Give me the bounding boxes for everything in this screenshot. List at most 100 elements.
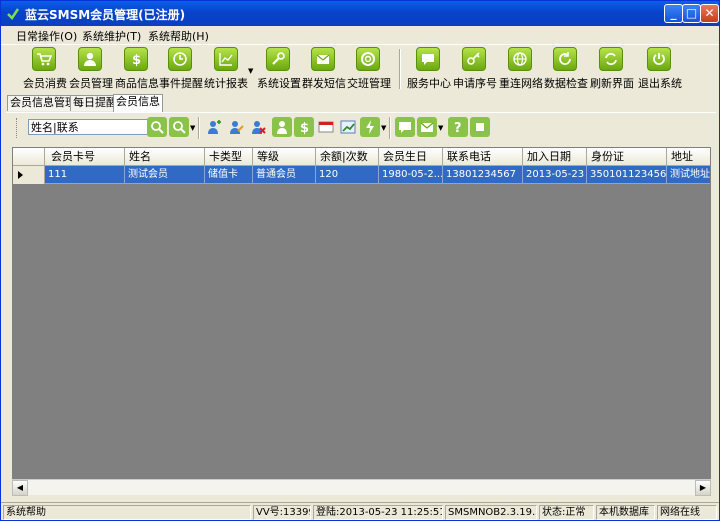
toolbar-member-manage-button[interactable]: 会员管理 <box>69 47 113 91</box>
delete-member-button[interactable] <box>248 117 268 137</box>
refresh-icon <box>553 47 577 71</box>
quick-action-button[interactable] <box>360 117 380 137</box>
quick-action-dropdown-arrow-icon[interactable]: ▼ <box>381 124 386 132</box>
column-header[interactable]: 等级 <box>253 148 316 166</box>
toolbar-label: 统计报表 <box>204 77 248 90</box>
status-bar: 系统帮助 VV号:13399 登陆:2013-05-23 11:25:51 SM… <box>1 502 719 520</box>
cell-card-type[interactable]: 储值卡 <box>205 166 253 184</box>
cell-balance[interactable]: 120 <box>316 166 379 184</box>
scroll-right-button[interactable]: ▶ <box>695 480 711 496</box>
lifebuoy-icon <box>356 47 380 71</box>
minimize-button[interactable]: _ <box>664 4 683 23</box>
column-header[interactable]: 联系电话 <box>443 148 523 166</box>
mail-dropdown-arrow-icon[interactable]: ▼ <box>438 124 443 132</box>
table-row[interactable]: 111 测试会员 储值卡 普通会员 120 1980-05-2... 13801… <box>13 166 710 184</box>
stats-dropdown-arrow-icon[interactable]: ▼ <box>248 67 253 75</box>
send-sms-button[interactable] <box>395 117 415 137</box>
close-button[interactable]: ✕ <box>700 4 719 23</box>
minimize-icon: _ <box>670 6 677 20</box>
dollar-icon: $ <box>300 121 309 135</box>
menu-system-help[interactable]: 系统帮助(H) <box>148 28 209 44</box>
menu-daily-ops[interactable]: 日常操作(O) <box>16 28 77 44</box>
toolbar-divider <box>399 49 401 89</box>
advanced-search-button[interactable] <box>169 117 189 137</box>
row-indicator[interactable] <box>13 166 45 184</box>
chat-icon <box>416 47 440 71</box>
toolbar-grip[interactable] <box>16 118 19 138</box>
toolbar-data-check-button[interactable]: 数据检查 <box>544 47 588 91</box>
status-vv-number: VV号:13399 <box>253 505 311 520</box>
svg-text:$: $ <box>132 53 141 67</box>
menu-bar: 日常操作(O) 系统维护(T) 系统帮助(H) <box>1 26 719 44</box>
search-dropdown-arrow-icon[interactable]: ▼ <box>190 124 195 132</box>
toolbar-label: 交班管理 <box>347 77 391 90</box>
edit-member-button[interactable] <box>226 117 246 137</box>
svg-text:?: ? <box>454 121 462 135</box>
column-header[interactable]: 余额|次数 <box>316 148 379 166</box>
tab-member-info-manage[interactable]: 会员信息管理 <box>7 95 79 111</box>
sync-icon <box>599 47 623 71</box>
toolbar-system-settings-button[interactable]: 系统设置 <box>257 47 301 91</box>
scroll-left-button[interactable]: ◀ <box>12 480 28 496</box>
chart-icon <box>214 47 238 71</box>
toolbar-member-consume-button[interactable]: 会员消费 <box>23 47 67 91</box>
column-header[interactable]: 身份证 <box>587 148 667 166</box>
cart-icon <box>32 47 56 71</box>
recharge-button[interactable]: $ <box>294 117 314 137</box>
maximize-button[interactable]: □ <box>682 4 701 23</box>
send-mail-button[interactable] <box>417 117 437 137</box>
toolbar-reconnect-button[interactable]: 重连网络 <box>499 47 543 91</box>
search-input[interactable] <box>28 119 148 135</box>
menu-system-maintenance[interactable]: 系统维护(T) <box>82 28 141 44</box>
toolbar-apply-serial-button[interactable]: 申请序号 <box>453 47 497 91</box>
cell-phone[interactable]: 13801234567 <box>443 166 523 184</box>
toolbar-bulk-sms-button[interactable]: 群发短信 <box>302 47 346 91</box>
card-icon <box>318 121 334 133</box>
horizontal-scrollbar[interactable]: ◀ ▶ <box>12 479 711 496</box>
toolbar-shift-manage-button[interactable]: 交班管理 <box>347 47 391 91</box>
tab-member-info[interactable]: 会员信息 <box>113 94 163 112</box>
help-icon: ? <box>454 121 462 135</box>
cell-birthday[interactable]: 1980-05-2... <box>379 166 443 184</box>
member-table[interactable]: 会员卡号 姓名 卡类型 等级 余额|次数 会员生日 联系电话 加入日期 身份证 … <box>12 147 711 495</box>
stop-button[interactable] <box>470 117 490 137</box>
search-button[interactable] <box>147 117 167 137</box>
help-button[interactable]: ? <box>448 117 468 137</box>
member-stats-button[interactable] <box>338 117 358 137</box>
member-card-button[interactable] <box>316 117 336 137</box>
add-member-button[interactable] <box>204 117 224 137</box>
column-header[interactable]: 卡类型 <box>205 148 253 166</box>
cell-name[interactable]: 测试会员 <box>125 166 205 184</box>
toolbar-stats-report-button[interactable]: 统计报表 <box>204 47 248 91</box>
chevron-right-icon: ▶ <box>699 483 707 492</box>
status-network: 网络在线 <box>657 505 717 520</box>
tab-strip: 会员信息管理 每日提醒 会员信息 <box>1 94 719 112</box>
member-profile-button[interactable] <box>272 117 292 137</box>
column-header[interactable]: 会员生日 <box>379 148 443 166</box>
toolbar-label: 系统设置 <box>257 77 301 90</box>
cell-join-date[interactable]: 2013-05-23 <box>523 166 587 184</box>
toolbar-event-reminder-button[interactable]: 事件提醒 <box>159 47 203 91</box>
user-icon <box>78 47 102 71</box>
cell-level[interactable]: 普通会员 <box>253 166 316 184</box>
title-bar[interactable]: 蓝云SMSM会员管理(已注册) _ □ ✕ <box>1 1 719 26</box>
status-state: 状态:正常 <box>539 505 594 520</box>
cell-address[interactable]: 测试地址 <box>667 166 710 184</box>
column-header[interactable]: 会员卡号 <box>45 148 125 166</box>
member-toolbar: ▼ $ ▼ ▼ <box>6 112 716 142</box>
cell-card-no[interactable]: 111 <box>45 166 125 184</box>
cell-id-card[interactable]: 350101123456987 <box>587 166 667 184</box>
toolbar-service-center-button[interactable]: 服务中心 <box>407 47 451 91</box>
toolbar-refresh-ui-button[interactable]: 刷新界面 <box>590 47 634 91</box>
column-header[interactable]: 姓名 <box>125 148 205 166</box>
close-icon: ✕ <box>704 6 715 20</box>
column-header[interactable]: 地址 <box>667 148 710 166</box>
toolbar-exit-button[interactable]: 退出系统 <box>638 47 682 91</box>
toolbar-label: 数据检查 <box>544 77 588 90</box>
toolbar-product-info-button[interactable]: $ 商品信息 <box>115 47 159 91</box>
app-logo-icon <box>7 8 20 20</box>
toolbar-label: 群发短信 <box>302 77 346 90</box>
dollar-icon: $ <box>124 47 148 71</box>
toolbar-label: 会员管理 <box>69 77 113 90</box>
column-header[interactable]: 加入日期 <box>523 148 587 166</box>
